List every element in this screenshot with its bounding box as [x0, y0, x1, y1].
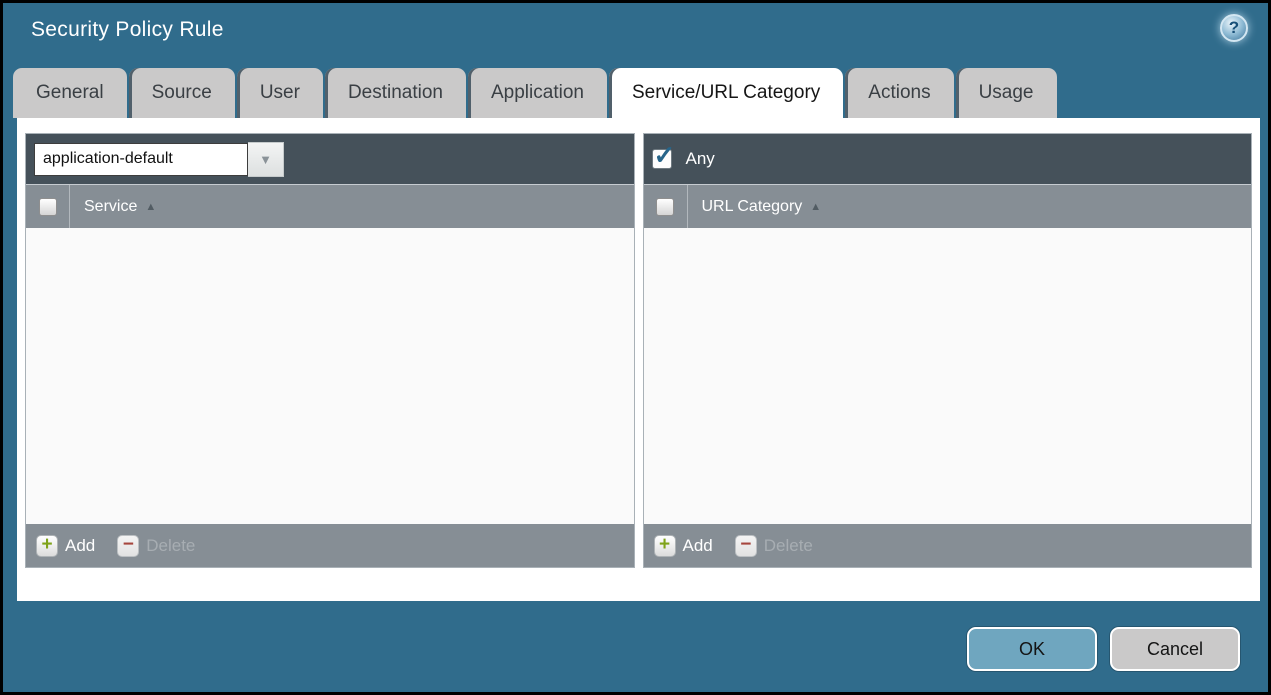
service-select-all-checkbox[interactable]: ✓ — [38, 197, 57, 216]
service-type-dropdown-button[interactable]: ▼ — [248, 141, 284, 177]
question-mark-glyph: ? — [1228, 18, 1240, 37]
security-policy-rule-dialog: Security Policy Rule ? General Source Us… — [0, 0, 1271, 695]
url-category-panel-toolbar: ✓ Any — [643, 134, 1251, 184]
service-panel: ▼ ✓ Service ▲ + — [25, 133, 635, 568]
service-panel-footer: + Add − Delete — [26, 524, 634, 567]
url-category-any-label: Any — [685, 149, 715, 168]
sort-ascending-icon: ▲ — [810, 200, 822, 213]
service-type-input[interactable] — [34, 142, 248, 176]
service-delete-button[interactable]: − Delete — [117, 534, 196, 557]
ok-button[interactable]: OK — [967, 627, 1097, 671]
url-category-any-checkbox[interactable]: ✓ — [651, 142, 675, 169]
help-icon[interactable]: ? — [1220, 14, 1248, 42]
url-category-column-label: URL Category — [701, 197, 803, 215]
dialog-title: Security Policy Rule — [31, 18, 224, 41]
url-category-add-label: Add — [682, 535, 713, 555]
plus-icon: + — [653, 534, 676, 557]
tab-usage[interactable]: Usage — [955, 68, 1057, 118]
service-column-sort[interactable]: Service ▲ — [84, 185, 156, 228]
tab-user[interactable]: User — [236, 68, 323, 118]
chevron-down-icon: ▼ — [259, 151, 272, 167]
tab-service-url-category[interactable]: Service/URL Category — [608, 68, 844, 118]
check-icon: ✓ — [653, 140, 676, 170]
sort-ascending-icon: ▲ — [145, 200, 157, 213]
plus-icon: + — [36, 534, 58, 557]
title-bar: Security Policy Rule ? — [3, 3, 1268, 65]
url-category-panel: ✓ Any ✓ URL Category ▲ + — [642, 133, 1252, 568]
url-category-delete-label: Delete — [763, 535, 813, 555]
tab-content-service-url-category: ▼ ✓ Service ▲ + — [17, 118, 1260, 601]
tab-application[interactable]: Application — [468, 68, 607, 118]
url-category-add-button[interactable]: + Add — [653, 534, 713, 557]
tab-bar: General Source User Destination Applicat… — [13, 68, 1059, 118]
service-add-button[interactable]: + Add — [36, 534, 96, 557]
dialog-button-row: OK Cancel — [967, 627, 1240, 671]
url-category-panel-footer: + Add − Delete — [643, 524, 1251, 567]
service-column-label: Service — [84, 197, 138, 215]
cancel-button[interactable]: Cancel — [1110, 627, 1240, 671]
tab-source[interactable]: Source — [128, 68, 235, 118]
service-add-label: Add — [65, 535, 96, 555]
url-category-column-sort[interactable]: URL Category ▲ — [702, 185, 822, 228]
minus-icon: − — [117, 534, 140, 557]
url-category-header-checkbox-cell: ✓ — [644, 185, 688, 228]
url-category-table-header: ✓ URL Category ▲ — [643, 184, 1251, 228]
tab-destination[interactable]: Destination — [324, 68, 466, 118]
tab-general[interactable]: General — [13, 68, 127, 118]
service-list-body — [26, 228, 634, 524]
service-table-header: ✓ Service ▲ — [26, 184, 634, 228]
service-delete-label: Delete — [146, 535, 196, 555]
tab-actions[interactable]: Actions — [845, 68, 954, 118]
service-panel-toolbar: ▼ — [26, 134, 634, 184]
url-category-select-all-checkbox[interactable]: ✓ — [656, 197, 674, 216]
minus-icon: − — [734, 534, 757, 557]
service-header-checkbox-cell: ✓ — [26, 185, 70, 228]
url-category-delete-button[interactable]: − Delete — [734, 534, 813, 557]
url-category-list-body — [643, 228, 1251, 524]
